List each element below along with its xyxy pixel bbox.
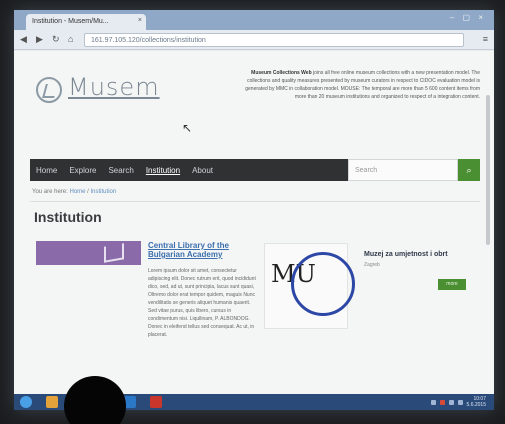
nav-item-home[interactable]: Home bbox=[30, 159, 63, 181]
tray-icon[interactable] bbox=[430, 399, 436, 405]
search-button[interactable]: ⌕ bbox=[458, 159, 480, 181]
mouse-cursor-icon: ↖ bbox=[182, 121, 193, 135]
tray-alert-icon[interactable] bbox=[439, 399, 445, 405]
institution-image[interactable] bbox=[36, 241, 141, 265]
arrow-left-icon[interactable]: ◀ bbox=[20, 34, 27, 45]
intro-bold: Museum Collections Web bbox=[251, 70, 312, 76]
institution-description: Lorem ipsum dolor sit amet, consectetur … bbox=[148, 268, 256, 338]
divider bbox=[30, 201, 480, 202]
breadcrumb-home-link[interactable]: Home bbox=[69, 189, 85, 195]
page-title: Institution bbox=[34, 209, 102, 225]
browser-toolbar: ◀ ▶ ↻ ⌂ 161.97.105.120/collections/insti… bbox=[14, 30, 494, 50]
institution-title-link[interactable]: Muzej za umjetnost i obrt bbox=[364, 251, 448, 258]
main-navbar: Home Explore Search Institution About Se… bbox=[30, 159, 480, 181]
menu-icon[interactable]: ≡ bbox=[483, 34, 488, 44]
start-button-icon[interactable] bbox=[20, 396, 32, 408]
home-icon[interactable]: ⌂ bbox=[68, 34, 73, 44]
volume-icon[interactable] bbox=[457, 399, 463, 405]
nav-item-search[interactable]: Search bbox=[102, 159, 139, 181]
scrollbar[interactable] bbox=[486, 95, 490, 245]
system-tray: 10:07 5.6.2015 bbox=[430, 396, 494, 408]
search-icon: ⌕ bbox=[466, 164, 472, 175]
logo-circle-icon bbox=[291, 252, 355, 316]
nav-item-about[interactable]: About bbox=[186, 159, 219, 181]
reload-icon[interactable]: ↻ bbox=[52, 34, 60, 45]
address-bar[interactable]: 161.97.105.120/collections/institution bbox=[84, 33, 464, 47]
pdf-reader-icon[interactable] bbox=[150, 396, 162, 408]
network-icon[interactable] bbox=[448, 399, 454, 405]
site-intro: Museum Collections Web joins all free on… bbox=[240, 69, 480, 101]
breadcrumb-prefix: You are here: bbox=[32, 189, 68, 195]
nav-item-explore[interactable]: Explore bbox=[63, 159, 102, 181]
more-button[interactable]: more bbox=[438, 279, 466, 290]
file-explorer-icon[interactable] bbox=[46, 396, 58, 408]
browser-tab[interactable]: Institution - Musem/Mu... × bbox=[26, 14, 146, 30]
window-controls[interactable]: – ▢ × bbox=[450, 13, 486, 22]
breadcrumb: You are here: Home / Institution bbox=[32, 189, 117, 195]
projected-screen: Institution - Musem/Mu... × – ▢ × ◀ ▶ ↻ … bbox=[14, 10, 494, 410]
search-input[interactable]: Search bbox=[348, 159, 458, 181]
nav-item-institution[interactable]: Institution bbox=[140, 159, 186, 181]
institution-title-link[interactable]: Central Library of the Bulgarian Academy bbox=[148, 241, 263, 259]
institution-logo-image[interactable]: MU bbox=[264, 243, 355, 329]
logo-mark-icon bbox=[36, 77, 62, 103]
web-page: Musem Museum Collections Web joins all f… bbox=[14, 51, 494, 394]
browser-tabstrip: Institution - Musem/Mu... × – ▢ × bbox=[14, 10, 494, 30]
breadcrumb-current[interactable]: Institution bbox=[91, 189, 117, 195]
logo-text: Musem bbox=[68, 73, 160, 101]
institution-location: Zagreb bbox=[364, 262, 380, 268]
arrow-right-icon[interactable]: ▶ bbox=[36, 34, 43, 45]
close-icon[interactable]: × bbox=[138, 17, 142, 24]
tab-title: Institution - Musem/Mu... bbox=[32, 18, 109, 25]
clock[interactable]: 10:07 5.6.2015 bbox=[467, 396, 486, 408]
clock-date: 5.6.2015 bbox=[466, 402, 486, 408]
